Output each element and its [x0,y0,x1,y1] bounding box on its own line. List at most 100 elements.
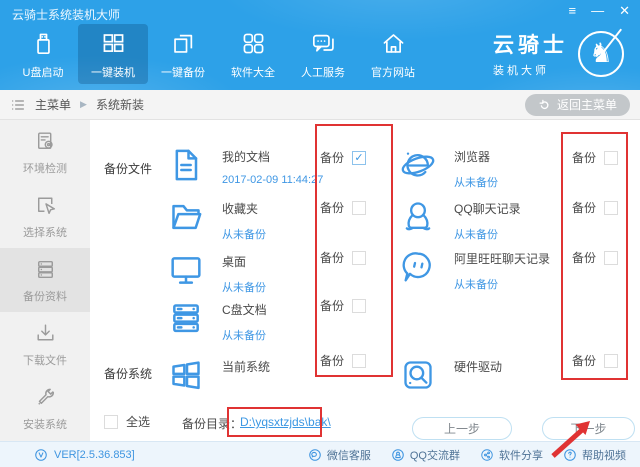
nav-usb-boot[interactable]: U盘启动 [8,24,78,84]
backup-checkbox[interactable] [604,150,619,165]
sidebar-label: 环境检测 [23,162,67,175]
qq-penguin-icon [405,202,431,231]
help-question-icon [564,448,576,461]
select-all-control: 全选 [104,413,150,430]
wechat-support-link[interactable]: 微信客服 [308,447,371,463]
list-menu-icon[interactable] [10,97,26,113]
backup-checkbox[interactable] [352,150,367,165]
document-icon [175,149,198,181]
folder-icon [172,204,202,230]
footer-link-label: 软件分享 [499,449,543,462]
breadcrumb-bar: 主菜单 ▶ 系统新装 返回主菜单 [0,90,640,120]
aliwangwang-icon [402,252,431,282]
prev-step-button[interactable]: 上一步 [412,417,512,440]
backup-checkbox[interactable] [352,200,367,215]
sidebar-label: 下载文件 [23,354,67,367]
qq-group-link[interactable]: QQ交流群 [391,447,460,463]
nav-one-key-install[interactable]: 一键装机 [78,24,148,84]
window-title: 云骑士系统装机大师 [12,8,121,22]
backup-item-favorites: 收藏夹 从未备份 [166,197,266,242]
nav-label: 软件大全 [231,66,275,79]
breadcrumb-current: 系统新装 [95,98,144,112]
item-last-backup: 从未备份 [454,279,498,291]
wechat-icon [309,448,321,461]
sidebar-item-select-system[interactable]: 选择系统 [0,184,90,248]
backup-check-label: 备份 [320,299,345,313]
select-cursor-icon [37,196,55,214]
back-button-label: 返回主菜单 [556,98,617,112]
nav-label: 一键备份 [161,66,205,79]
backup-item-qq-history: QQ聊天记录 从未备份 [398,197,521,242]
windows-logo-icon [172,361,200,390]
backup-check-label: 备份 [320,151,345,165]
backup-checkbox[interactable] [352,298,367,313]
backup-check-label: 备份 [572,354,597,368]
next-step-button[interactable]: 下一步 [542,417,635,440]
backup-checkbox[interactable] [604,200,619,215]
backup-checkbox[interactable] [604,353,619,368]
window-controls: ≡ — ✕ [569,3,631,19]
backup-check-browser: 备份 [572,149,619,166]
backup-check-label: 备份 [320,201,345,215]
sidebar-item-download-files[interactable]: 下载文件 [0,312,90,376]
app-window: 云骑士系统装机大师 ≡ — ✕ U盘启动 一键装机 一键备份 软件大全 人工服务… [0,0,640,467]
wrench-icon [37,388,54,405]
monitor-icon [171,257,201,284]
app-body: 环境检测 选择系统 备份资料 下载文件 安装系统 备份文件 备份系统 我的文档 … [0,120,640,441]
backup-check-current-system: 备份 [320,352,367,369]
item-title: QQ聊天记录 [454,202,521,216]
usb-icon [36,33,50,54]
nav-label: 一键装机 [91,66,135,79]
backup-item-browser: 浏览器 从未备份 [398,145,498,190]
select-all-checkbox[interactable] [104,414,118,429]
nav-label: U盘启动 [22,66,64,79]
minimize-icon[interactable]: — [591,3,604,19]
breadcrumb-root[interactable]: 主菜单 [35,96,71,113]
group-label-backup-system: 备份系统 [104,367,153,381]
backup-checkbox[interactable] [352,353,367,368]
backup-check-label: 备份 [572,251,597,265]
home-icon [383,33,403,53]
brand-logo-text: 云骑士 装机大师 [493,29,568,78]
back-to-main-menu-button[interactable]: 返回主菜单 [524,93,630,116]
footer-link-label: 帮助视频 [582,449,626,462]
brand-subtitle: 装机大师 [493,65,549,77]
windows-grid-icon [103,33,123,52]
backup-check-favorites: 备份 [320,199,367,216]
help-videos-link[interactable]: 帮助视频 [563,447,626,463]
backup-check-hardware-drivers: 备份 [572,352,619,369]
copy-icon [173,34,192,53]
share-software-link[interactable]: 软件分享 [480,447,543,463]
sidebar-item-env-check[interactable]: 环境检测 [0,120,90,184]
item-title: 阿里旺旺聊天记录 [454,252,551,266]
item-title: 桌面 [222,255,247,269]
close-icon[interactable]: ✕ [619,3,630,19]
item-last-backup: 从未备份 [454,229,498,241]
backup-item-wangwang-history: 阿里旺旺聊天记录 从未备份 [398,247,550,292]
sidebar-item-backup-data[interactable]: 备份资料 [0,248,90,312]
nav-software-center[interactable]: 软件大全 [218,24,288,84]
select-all-label: 全选 [126,415,151,429]
undo-arrow-icon [539,99,549,110]
backup-checkbox[interactable] [352,250,367,265]
sidebar-label: 选择系统 [23,226,67,239]
backup-checkbox[interactable] [604,250,619,265]
nav-customer-service[interactable]: 人工服务 [288,24,358,84]
group-label-backup-files: 备份文件 [104,162,153,176]
item-title: 当前系统 [222,360,271,374]
knight-emblem-icon: ♞ [578,28,624,77]
sidebar-item-install-system[interactable]: 安装系统 [0,376,90,440]
nav-official-site[interactable]: 官方网站 [358,24,428,84]
backup-check-label: 备份 [572,201,597,215]
sidebar: 环境检测 选择系统 备份资料 下载文件 安装系统 [0,120,90,441]
item-last-backup: 从未备份 [222,229,266,241]
item-last-backup: 从未备份 [222,330,266,342]
footer-link-label: QQ交流群 [409,449,460,462]
version-text: VER[2.5.36.853] [54,448,135,461]
backup-dir-label: 备份目录： [182,417,243,431]
doc-gear-icon [37,131,53,149]
drive-stack-icon [173,304,199,333]
backup-dir-link[interactable]: D:\yqsxtzjds\bak\ [240,415,331,429]
nav-one-key-backup[interactable]: 一键备份 [148,24,218,84]
menu-icon[interactable]: ≡ [569,3,577,19]
